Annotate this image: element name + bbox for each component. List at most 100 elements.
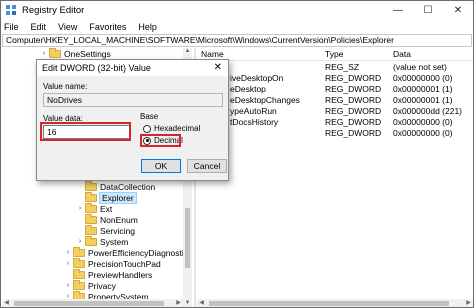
tree-item-privacy[interactable]: › Privacy <box>64 279 116 291</box>
scroll-left-arrow-icon[interactable]: ◀ <box>197 299 206 307</box>
menu-favorites[interactable]: Favorites <box>89 22 126 32</box>
list-header: Name Type Data <box>197 48 473 61</box>
dialog-title-bar: Edit DWORD (32-bit) Value ✕ <box>37 60 228 76</box>
tree-item-label: Servicing <box>100 225 135 236</box>
value-data: 0x00000001 (1) <box>393 95 453 105</box>
tree-item-onesettings[interactable]: › OneSettings <box>40 48 111 59</box>
tree-item-label: Ext <box>100 203 113 214</box>
folder-icon <box>73 268 85 279</box>
values-list: Name Type Data REG_SZ (value not set) iv… <box>197 48 473 307</box>
folder-icon <box>73 279 85 290</box>
menu-help[interactable]: Help <box>138 22 157 32</box>
maximize-button[interactable]: ☐ <box>413 1 443 19</box>
folder-icon <box>85 224 97 235</box>
column-header-data[interactable]: Data <box>393 49 411 59</box>
scroll-up-arrow-icon[interactable]: ▲ <box>183 48 192 57</box>
base-label: Base <box>140 112 159 121</box>
tree-item-nonenum[interactable]: NonEnum <box>76 213 138 225</box>
value-data: 0x00000000 (0) <box>393 128 453 138</box>
folder-icon <box>73 246 85 257</box>
tree-horizontal-scrollbar[interactable]: ◀ ▶ <box>2 299 183 307</box>
scroll-left-arrow-icon[interactable]: ◀ <box>2 299 11 307</box>
value-name: eDesktopChanges <box>230 95 300 105</box>
tree-item-ext[interactable]: › Ext <box>76 202 113 214</box>
value-data: 0x00000001 (1) <box>393 84 453 94</box>
list-row[interactable]: eDesktop REG_DWORD 0x00000001 (1) <box>197 84 473 95</box>
folder-icon <box>85 180 97 191</box>
value-type: REG_DWORD <box>325 128 382 138</box>
window-controls: — ☐ ✕ <box>383 1 473 19</box>
tree-item-label: DataCollection <box>100 181 156 192</box>
decimal-highlight <box>140 134 181 147</box>
value-type: REG_DWORD <box>325 95 382 105</box>
folder-icon <box>73 257 85 268</box>
tree-item-label: NonEnum <box>100 214 138 225</box>
tree-item-label: OneSettings <box>64 48 111 59</box>
cancel-button[interactable]: Cancel <box>187 159 227 173</box>
menu-view[interactable]: View <box>58 22 77 32</box>
tree-item-datacollection[interactable]: DataCollection <box>76 180 156 192</box>
tree-item-servicing[interactable]: Servicing <box>76 224 135 236</box>
value-name: ypeAutoRun <box>230 106 277 116</box>
dialog-close-icon[interactable]: ✕ <box>214 62 222 73</box>
tree-item-precisiontouchpad[interactable]: › PrecisionTouchPad <box>64 257 161 269</box>
folder-icon <box>85 235 97 246</box>
column-header-type[interactable]: Type <box>325 49 343 59</box>
value-name: tDocsHistory <box>230 117 279 127</box>
radio-hexadecimal-label: Hexadecimal <box>154 124 201 133</box>
window-title: Registry Editor <box>22 4 85 16</box>
scrollbar-thumb[interactable] <box>209 301 449 306</box>
title-bar: Registry Editor — ☐ ✕ <box>1 1 473 19</box>
value-name: eDesktop <box>230 84 266 94</box>
scroll-right-arrow-icon[interactable]: ▶ <box>464 299 473 307</box>
tree-item-label: PreviewHandlers <box>88 269 153 280</box>
list-row[interactable]: iveDesktopOn REG_DWORD 0x00000000 (0) <box>197 73 473 84</box>
radio-hexadecimal[interactable]: Hexadecimal <box>143 124 200 133</box>
registry-editor-icon <box>6 5 16 15</box>
value-data: (value not set) <box>393 62 447 72</box>
close-button[interactable]: ✕ <box>443 1 473 19</box>
tree-item-system[interactable]: › System <box>76 235 129 247</box>
folder-icon <box>49 48 61 58</box>
scroll-down-arrow-icon[interactable]: ▼ <box>183 300 192 307</box>
folder-icon <box>85 213 97 224</box>
tree-item-label: Privacy <box>88 280 116 291</box>
address-bar[interactable]: Computer\HKEY_LOCAL_MACHINE\SOFTWARE\Mic… <box>2 34 472 47</box>
scroll-right-arrow-icon[interactable]: ▶ <box>174 299 183 307</box>
menu-edit[interactable]: Edit <box>31 22 47 32</box>
menu-file[interactable]: File <box>4 22 19 32</box>
value-name: iveDesktopOn <box>230 73 284 83</box>
tree-item-previewhandlers[interactable]: PreviewHandlers <box>64 268 153 280</box>
tree-item-label: Explorer <box>99 191 137 204</box>
list-row[interactable]: tDocsHistory REG_DWORD 0x00000000 (0) <box>197 117 473 128</box>
registry-editor-window: Registry Editor — ☐ ✕ File Edit View Fav… <box>0 0 474 308</box>
radio-button-icon[interactable] <box>143 124 151 133</box>
chevron-right-icon[interactable]: › <box>76 205 84 212</box>
tree-item-label: PowerEfficiencyDiagnostics <box>88 247 192 258</box>
chevron-right-icon[interactable]: › <box>64 249 72 256</box>
chevron-right-icon[interactable]: › <box>40 50 48 57</box>
list-row[interactable]: ypeAutoRun REG_DWORD 0x000000dd (221) <box>197 106 473 117</box>
scrollbar-thumb[interactable] <box>14 301 164 306</box>
edit-dword-dialog: Edit DWORD (32-bit) Value ✕ Value name: … <box>36 59 229 181</box>
scrollbar-thumb[interactable] <box>185 208 190 268</box>
folder-icon <box>85 202 97 213</box>
list-horizontal-scrollbar[interactable]: ◀ ▶ <box>197 299 473 307</box>
chevron-right-icon[interactable]: › <box>64 282 72 289</box>
tree-item-powerefficiencydiagnostics[interactable]: › PowerEfficiencyDiagnostics <box>64 246 192 258</box>
minimize-button[interactable]: — <box>383 1 413 19</box>
ok-button[interactable]: OK <box>141 159 181 173</box>
value-data: 0x000000dd (221) <box>393 106 463 116</box>
value-type: REG_DWORD <box>325 106 382 116</box>
tree-item-explorer[interactable]: Explorer <box>76 191 137 204</box>
value-name-field: NoDrives <box>43 93 223 107</box>
list-row[interactable]: eDesktopChanges REG_DWORD 0x00000001 (1) <box>197 95 473 106</box>
list-row[interactable]: REG_SZ (value not set) <box>197 62 473 73</box>
tree-item-label: System <box>100 236 129 247</box>
column-header-name[interactable]: Name <box>201 49 224 59</box>
value-type: REG_DWORD <box>325 84 382 94</box>
value-name-label: Value name: <box>43 82 88 91</box>
chevron-right-icon[interactable]: › <box>76 238 84 245</box>
chevron-right-icon[interactable]: › <box>64 260 72 267</box>
list-row[interactable]: REG_DWORD 0x00000000 (0) <box>197 128 473 139</box>
